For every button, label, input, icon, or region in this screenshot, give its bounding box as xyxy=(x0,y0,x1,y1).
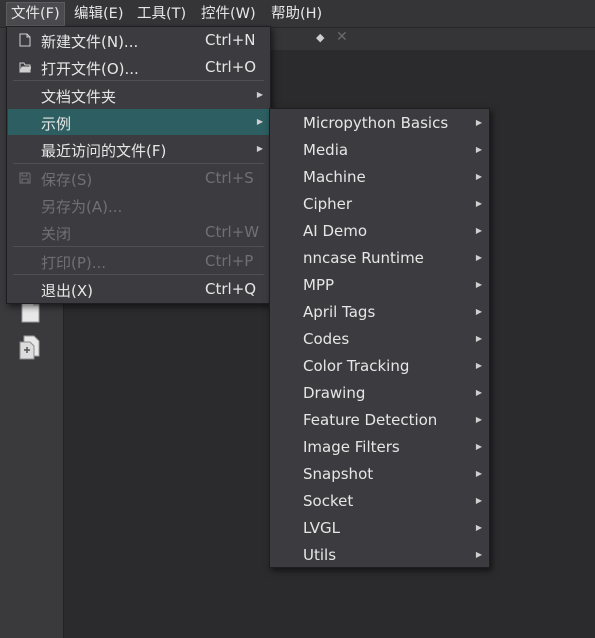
menu-item-shortcut: Ctrl+N xyxy=(205,31,256,49)
menu-item-label: 最近访问的文件(F) xyxy=(41,142,167,160)
menu-item-label: 保存(S) xyxy=(41,171,93,189)
menu-separator xyxy=(13,246,264,247)
chevron-right-icon: ▶ xyxy=(256,117,263,126)
submenu-item-label: Cipher xyxy=(303,195,353,213)
menu-separator xyxy=(13,163,264,164)
menu-item-label: 关闭 xyxy=(41,225,72,243)
chevron-right-icon: ▶ xyxy=(475,199,482,208)
save-as-icon[interactable] xyxy=(18,334,42,360)
submenu-item-label: Codes xyxy=(303,330,350,348)
file-menu: 新建文件(N)... Ctrl+N 打开文件(O)... Ctrl+O 文档文件… xyxy=(6,26,271,304)
menu-item-label: 文档文件夹 xyxy=(41,88,117,106)
close-icon[interactable]: ✕ xyxy=(336,29,348,45)
chevron-right-icon: ▶ xyxy=(475,226,482,235)
submenu-item-label: Color Tracking xyxy=(303,357,410,375)
chevron-right-icon: ▶ xyxy=(475,415,482,424)
chevron-right-icon: ▶ xyxy=(475,496,482,505)
examples-submenu: Micropython Basics ▶ Media ▶ Machine ▶ Cipher ▶… xyxy=(269,108,490,568)
submenu-item-label: Utils xyxy=(303,546,337,564)
menu-separator xyxy=(13,80,264,81)
menu-widgets[interactable]: 控件(W) xyxy=(197,3,260,25)
submenu-item-label: Socket xyxy=(303,492,354,510)
menu-item-close[interactable]: 关闭 Ctrl+W xyxy=(8,219,269,245)
menu-item-shortcut: Ctrl+O xyxy=(205,58,257,76)
submenu-item-label: Image Filters xyxy=(303,438,400,456)
menu-edit[interactable]: 编辑(E) xyxy=(70,3,127,25)
submenu-item[interactable]: LVGL ▶ xyxy=(271,515,488,541)
chevron-right-icon: ▶ xyxy=(475,361,482,370)
submenu-item[interactable]: Color Tracking ▶ xyxy=(271,353,488,379)
submenu-item-label: Micropython Basics xyxy=(303,114,449,132)
menu-separator xyxy=(13,274,264,275)
menu-tools[interactable]: 工具(T) xyxy=(133,3,190,25)
submenu-item[interactable]: Codes ▶ xyxy=(271,326,488,352)
submenu-item[interactable]: Drawing ▶ xyxy=(271,380,488,406)
chevron-right-icon: ▶ xyxy=(475,145,482,154)
new-file-icon xyxy=(19,33,31,47)
menu-item-label: 打印(P)... xyxy=(41,254,107,272)
submenu-item[interactable]: Machine ▶ xyxy=(271,164,488,190)
submenu-item-label: Media xyxy=(303,141,349,159)
open-folder-icon xyxy=(19,62,31,73)
menu-item-label: 新建文件(N)... xyxy=(41,33,139,51)
submenu-item[interactable]: Utils ▶ xyxy=(271,542,488,568)
submenu-item-label: MPP xyxy=(303,276,335,294)
submenu-item-label: Drawing xyxy=(303,384,366,402)
menu-item-label: 另存为(A)... xyxy=(41,198,123,216)
submenu-item-label: Snapshot xyxy=(303,465,374,483)
menu-item-label: 打开文件(O)... xyxy=(41,60,139,78)
submenu-item[interactable]: Snapshot ▶ xyxy=(271,461,488,487)
menu-item-exit[interactable]: 退出(X) Ctrl+Q xyxy=(8,276,269,302)
chevron-right-icon: ▶ xyxy=(256,90,263,99)
chevron-right-icon: ▶ xyxy=(475,307,482,316)
chevron-right-icon: ▶ xyxy=(475,388,482,397)
submenu-item-label: nncase Runtime xyxy=(303,249,424,267)
menu-item-print[interactable]: 打印(P)... Ctrl+P xyxy=(8,248,269,274)
menu-item-shortcut: Ctrl+W xyxy=(205,223,260,241)
menu-item-new-file[interactable]: 新建文件(N)... Ctrl+N xyxy=(8,27,269,53)
menu-item-label: 示例 xyxy=(41,115,72,133)
chevron-right-icon: ▶ xyxy=(475,118,482,127)
submenu-item-label: Machine xyxy=(303,168,366,186)
submenu-item[interactable]: Feature Detection ▶ xyxy=(271,407,488,433)
menu-bar: 文件(F) 编辑(E) 工具(T) 控件(W) 帮助(H) xyxy=(0,0,595,28)
menu-file[interactable]: 文件(F) xyxy=(6,2,65,26)
menu-item-open-file[interactable]: 打开文件(O)... Ctrl+O xyxy=(8,54,269,80)
chevron-right-icon: ▶ xyxy=(475,469,482,478)
submenu-item[interactable]: AI Demo ▶ xyxy=(271,218,488,244)
chevron-right-icon: ▶ xyxy=(475,550,482,559)
menu-item-examples[interactable]: 示例 ▶ xyxy=(8,109,269,135)
submenu-item[interactable]: April Tags ▶ xyxy=(271,299,488,325)
menu-item-save-as[interactable]: 另存为(A)... xyxy=(8,192,269,218)
chevron-right-icon: ▶ xyxy=(475,280,482,289)
submenu-item[interactable]: Cipher ▶ xyxy=(271,191,488,217)
submenu-item-label: LVGL xyxy=(303,519,340,537)
menu-help[interactable]: 帮助(H) xyxy=(267,3,326,25)
menu-item-recent-files[interactable]: 最近访问的文件(F) ▶ xyxy=(8,136,269,162)
submenu-item[interactable]: MPP ▶ xyxy=(271,272,488,298)
chevron-right-icon: ▶ xyxy=(475,172,482,181)
submenu-item[interactable]: Media ▶ xyxy=(271,137,488,163)
submenu-item-label: Feature Detection xyxy=(303,411,438,429)
menu-item-label: 退出(X) xyxy=(41,282,93,300)
submenu-item[interactable]: Socket ▶ xyxy=(271,488,488,514)
submenu-item-label: AI Demo xyxy=(303,222,368,240)
chevron-right-icon: ▶ xyxy=(475,334,482,343)
save-icon xyxy=(19,172,31,184)
menu-item-shortcut: Ctrl+P xyxy=(205,252,254,270)
chevron-right-icon: ▶ xyxy=(475,442,482,451)
submenu-item[interactable]: Micropython Basics ▶ xyxy=(271,110,488,136)
submenu-item[interactable]: Image Filters ▶ xyxy=(271,434,488,460)
chevron-right-icon: ▶ xyxy=(475,523,482,532)
chevron-right-icon: ▶ xyxy=(475,253,482,262)
menu-item-shortcut: Ctrl+S xyxy=(205,169,254,187)
menu-item-docs-folder[interactable]: 文档文件夹 ▶ xyxy=(8,82,269,108)
submenu-item-label: April Tags xyxy=(303,303,376,321)
tab-switch-icon[interactable]: ◆ xyxy=(316,31,324,44)
chevron-right-icon: ▶ xyxy=(256,144,263,153)
submenu-item[interactable]: nncase Runtime ▶ xyxy=(271,245,488,271)
menu-item-save[interactable]: 保存(S) Ctrl+S xyxy=(8,165,269,191)
menu-item-shortcut: Ctrl+Q xyxy=(205,280,257,298)
